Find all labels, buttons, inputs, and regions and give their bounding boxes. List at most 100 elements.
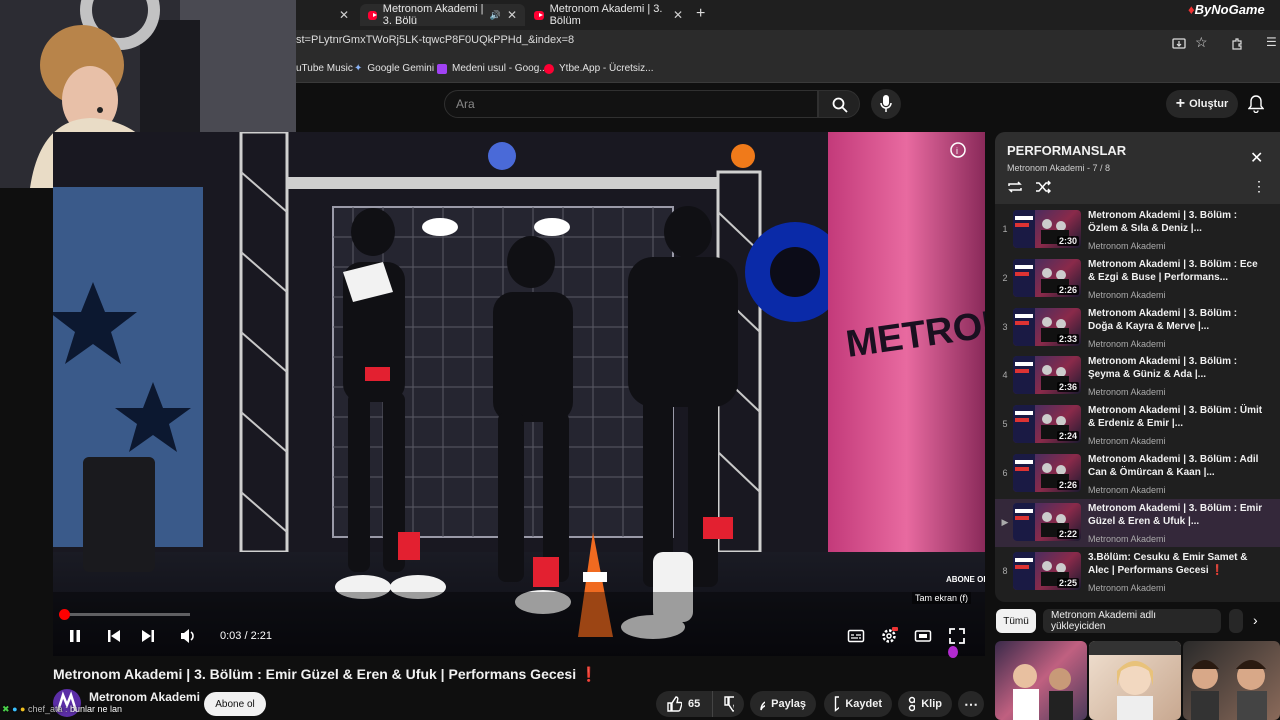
bookmark-label: Medeni usul - Goog...	[452, 63, 548, 74]
time-display: 0:03 / 2:21	[220, 630, 272, 642]
recommended-thumbnail[interactable]	[995, 641, 1087, 720]
playlist-item-duration: 2:24	[1056, 431, 1079, 442]
video-title: Metronom Akademi | 3. Bölüm : Emir Güzel…	[53, 666, 597, 683]
thumbnail-image	[1089, 641, 1181, 720]
playlist-item[interactable]: 1 2:30 Metronom Akademi | 3. Bölüm : Özlem…	[995, 206, 1280, 254]
playlist-menu-icon[interactable]: ⋮	[1252, 178, 1266, 195]
bookmark-google-gemini[interactable]: ✦ Google Gemini	[354, 63, 434, 74]
chat-badge-icon: ●	[20, 704, 26, 714]
clip-button[interactable]: Klip	[898, 691, 952, 717]
share-button[interactable]: Paylaş	[750, 691, 816, 717]
chat-badge-icon: ✖	[2, 704, 10, 714]
search-button[interactable]	[818, 90, 860, 118]
cursor-pointer	[948, 646, 958, 658]
search-icon	[832, 97, 848, 113]
playlist-item-duration: 2:30	[1056, 236, 1079, 246]
playlist-item-title: Metronom Akademi | 3. Bölüm : Şeyma & Gü…	[1088, 356, 1238, 381]
bookmark-label: Ytbe.App - Ücretsiz...	[559, 63, 654, 74]
side-panel-icon[interactable]: ☰	[1266, 35, 1277, 49]
pause-icon[interactable]	[66, 627, 84, 645]
playlist-item[interactable]: 2 2:26 Metronom Akademi | 3. Bölüm : Ece &…	[995, 255, 1280, 303]
browser-tab[interactable]: Metronom Akademi | 3. Bölüm ✕	[526, 3, 691, 27]
playlist-item-thumbnail: 2:25	[1013, 551, 1081, 590]
scissors-icon	[908, 696, 916, 712]
recommended-thumbnail[interactable]	[1183, 641, 1280, 720]
dislike-button[interactable]	[712, 691, 744, 717]
browser-tab-active[interactable]: Metronom Akademi | 3. Bölü 🔊 ✕	[360, 3, 525, 27]
clip-label: Klip	[921, 698, 942, 710]
bookmark-youtube-music[interactable]: uTube Music	[296, 63, 353, 74]
tab-label: Metronom Akademi | 3. Bölüm	[549, 3, 663, 27]
chat-badge-icon: ●	[12, 704, 18, 714]
exclamation-emoji: ❗	[580, 666, 598, 682]
bookmark-star-icon[interactable]: ☆	[1195, 34, 1208, 51]
playlist-item-number: ▶	[1001, 516, 1009, 527]
more-actions-icon[interactable]: ⋯	[958, 691, 984, 717]
recommended-thumbnail[interactable]	[1089, 641, 1181, 720]
subtitles-icon[interactable]	[847, 627, 865, 645]
url-field[interactable]: st=PLytnrGmxTWoRj5LK-tqwcP8F0UQkPPHd_&in…	[296, 34, 574, 46]
ytbe-icon	[544, 63, 554, 74]
like-count: 65	[688, 698, 701, 710]
install-app-icon[interactable]	[1172, 37, 1186, 51]
channel-name[interactable]: Metronom Akademi	[89, 690, 200, 704]
playlist-title[interactable]: PERFORMANSLAR	[1007, 143, 1126, 158]
video-player[interactable]: METRONOM i ABONE OL	[53, 132, 985, 656]
chat-username: chef_ata :	[27, 704, 68, 714]
playlist-item-thumbnail: 2:24	[1013, 405, 1081, 444]
tab-label: Metronom Akademi | 3. Bölü	[382, 3, 484, 27]
progress-bar[interactable]	[62, 613, 190, 616]
fullscreen-icon[interactable]	[948, 627, 966, 645]
create-button[interactable]: + Oluştur	[1166, 90, 1238, 118]
chip-from-uploader[interactable]: Metronom Akademi adlı yükleyiciden	[1043, 609, 1221, 633]
watermark-text: ByNoGame	[1194, 2, 1265, 17]
shuffle-icon[interactable]	[1035, 180, 1051, 194]
playlist-item[interactable]: 6 2:26 Metronom Akademi | 3. Bölüm : Adil …	[995, 450, 1280, 498]
playlist-item-duration: 2:26	[1056, 480, 1079, 490]
bookmark-label: uTube Music	[296, 63, 353, 74]
theater-mode-icon[interactable]	[914, 627, 932, 645]
plus-icon: +	[1175, 95, 1186, 112]
settings-gear-icon[interactable]	[880, 627, 898, 645]
next-icon[interactable]	[139, 627, 157, 645]
close-tab-icon[interactable]: ✕	[339, 8, 349, 22]
playlist-item-number: 1	[1002, 224, 1008, 234]
chip-truncated[interactable]	[1229, 609, 1243, 633]
playlist-item[interactable]: 5 2:24 Metronom Akademi | 3. Bölüm : Ümit …	[995, 401, 1280, 449]
playlist-item-title: Metronom Akademi | 3. Bölüm : Özlem & Sı…	[1088, 210, 1238, 234]
playlist-item-channel: Metronom Akademi	[1088, 387, 1166, 398]
svg-text:i: i	[956, 146, 958, 156]
playlist-item-channel: Metronom Akademi	[1088, 289, 1166, 300]
playlist-item-duration: 2:33	[1056, 333, 1079, 344]
playlist-item-number: 3	[1002, 321, 1008, 332]
playlist-item[interactable]: 4 2:36 Metronom Akademi | 3. Bölüm : Şeyma…	[995, 352, 1280, 400]
playlist-item-channel: Metronom Akademi	[1088, 436, 1166, 447]
volume-icon[interactable]	[179, 627, 197, 645]
youtube-favicon-icon	[534, 10, 544, 20]
subscribe-button[interactable]: Abone ol	[204, 692, 266, 716]
chevron-right-icon[interactable]: ›	[1253, 612, 1258, 628]
extensions-icon[interactable]	[1230, 37, 1244, 51]
playlist-item-title: Metronom Akademi | 3. Bölüm : Ümit & Erd…	[1088, 405, 1263, 430]
playlist-item[interactable]: 8 2:25 3.Bölüm: Cesuku & Emir Samet & Alec…	[995, 548, 1280, 596]
close-tab-icon[interactable]: ✕	[507, 8, 517, 22]
new-tab-button[interactable]: +	[696, 5, 705, 23]
bookmark-ytbe-app[interactable]: Ytbe.App - Ücretsiz...	[544, 63, 653, 74]
like-button[interactable]: 65	[656, 691, 712, 717]
playlist-item-current[interactable]: ▶ 2:22 Metronom Akademi | 3. Bölüm : Emir …	[995, 498, 1280, 547]
previous-icon[interactable]	[105, 627, 123, 645]
bookmark-icon	[834, 696, 840, 712]
loop-icon[interactable]	[1007, 180, 1023, 194]
thumbs-down-icon	[724, 696, 734, 712]
playlist-item[interactable]: 3 2:33 Metronom Akademi | 3. Bölüm : Doğa …	[995, 304, 1280, 352]
voice-search-button[interactable]	[871, 89, 901, 119]
close-tab-icon[interactable]: ✕	[673, 8, 683, 22]
close-playlist-icon[interactable]: ✕	[1250, 148, 1263, 168]
search-input[interactable]	[444, 90, 818, 118]
bookmark-medeni-usul[interactable]: Medeni usul - Goog...	[437, 63, 548, 74]
notifications-bell-icon[interactable]	[1248, 95, 1264, 113]
save-button[interactable]: Kaydet	[824, 691, 892, 717]
chip-all[interactable]: Tümü	[996, 609, 1036, 633]
youtube-favicon-icon	[368, 10, 377, 20]
thumbnail-image	[1013, 664, 1073, 720]
